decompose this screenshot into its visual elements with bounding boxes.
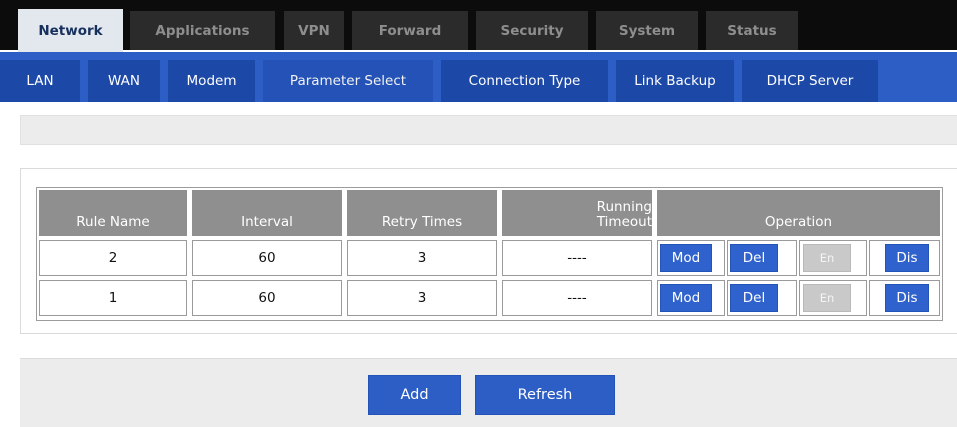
- column-header-running-timeout-line1: Running: [596, 199, 652, 215]
- cell-rule-name: 1: [39, 280, 187, 316]
- dis-button[interactable]: Dis: [885, 284, 929, 312]
- del-button[interactable]: Del: [730, 244, 778, 272]
- add-button[interactable]: Add: [368, 375, 461, 415]
- sub-tab-dhcp-server[interactable]: DHCP Server: [742, 60, 878, 102]
- del-button[interactable]: Del: [730, 284, 778, 312]
- column-header-running-timeout: Running Timeout: [502, 190, 652, 236]
- rules-section: Rule Name Interval Retry Times Running T…: [20, 168, 957, 334]
- sub-tab-link-backup[interactable]: Link Backup: [616, 60, 734, 102]
- top-tab-forward[interactable]: Forward: [352, 11, 468, 50]
- cell-rule-name: 2: [39, 240, 187, 276]
- cell-retry-times: 3: [347, 280, 497, 316]
- top-tab-network[interactable]: Network: [18, 9, 123, 52]
- sub-tab-parameter-select[interactable]: Parameter Select: [263, 60, 433, 102]
- column-header-retry-times: Retry Times: [347, 190, 497, 236]
- cell-retry-times: 3: [347, 240, 497, 276]
- en-button[interactable]: En: [803, 284, 851, 312]
- column-header-operation: Operation: [657, 190, 940, 236]
- top-tab-applications[interactable]: Applications: [130, 11, 275, 50]
- column-header-running-timeout-line2: Timeout: [596, 214, 652, 230]
- info-bar: [20, 115, 957, 145]
- top-menu: Network Applications VPN Forward Securit…: [0, 0, 957, 52]
- sub-menu: LAN WAN Modem Parameter Select Connectio…: [0, 52, 957, 102]
- top-tab-security[interactable]: Security: [476, 11, 588, 50]
- cell-running-timeout: ----: [502, 240, 652, 276]
- top-tab-status[interactable]: Status: [706, 11, 798, 50]
- column-header-rule-name: Rule Name: [39, 190, 187, 236]
- top-tab-system[interactable]: System: [596, 11, 698, 50]
- column-header-interval: Interval: [192, 190, 342, 236]
- mod-button[interactable]: Mod: [660, 244, 712, 272]
- refresh-button[interactable]: Refresh: [475, 375, 615, 415]
- cell-interval: 60: [192, 240, 342, 276]
- mod-button[interactable]: Mod: [660, 284, 712, 312]
- sub-tab-lan[interactable]: LAN: [0, 60, 80, 102]
- rules-table: Rule Name Interval Retry Times Running T…: [36, 187, 943, 321]
- cell-running-timeout: ----: [502, 280, 652, 316]
- top-tab-vpn[interactable]: VPN: [284, 11, 344, 50]
- cell-interval: 60: [192, 280, 342, 316]
- sub-tab-wan[interactable]: WAN: [88, 60, 160, 102]
- dis-button[interactable]: Dis: [885, 244, 929, 272]
- en-button[interactable]: En: [803, 244, 851, 272]
- sub-tab-modem[interactable]: Modem: [168, 60, 255, 102]
- sub-tab-connection-type[interactable]: Connection Type: [441, 60, 608, 102]
